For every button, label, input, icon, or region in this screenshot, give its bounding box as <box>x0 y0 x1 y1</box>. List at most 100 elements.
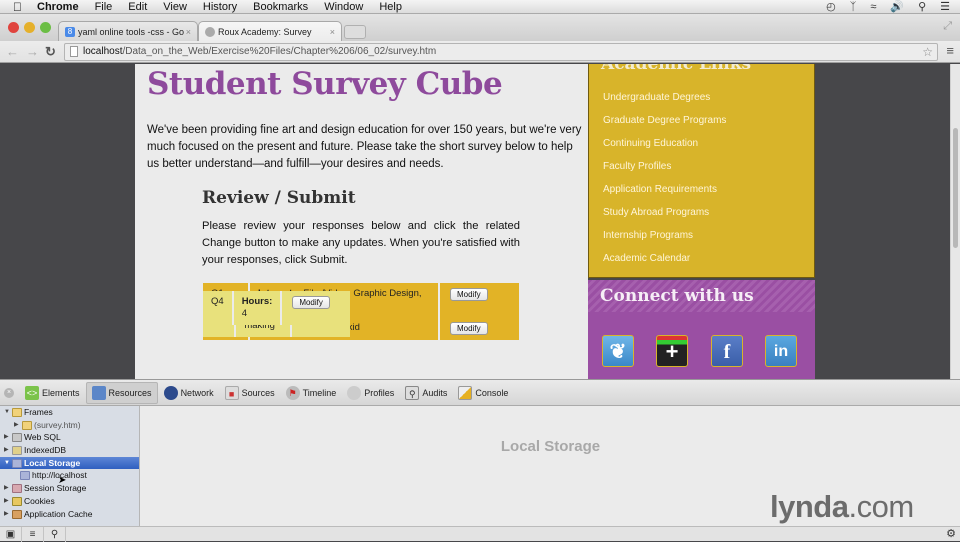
window-minimize-button[interactable] <box>24 22 35 33</box>
devtools-tab-audits[interactable]: ⚲ Audits <box>400 382 452 404</box>
tab-label: Sources <box>241 387 275 398</box>
expand-triangle-icon[interactable]: ▼ <box>4 406 10 419</box>
expand-triangle-icon[interactable]: ▶ <box>14 419 19 432</box>
expand-triangle-icon[interactable]: ▶ <box>4 495 9 508</box>
tab-title: Roux Academy: Survey <box>218 26 312 37</box>
devtools-tab-resources[interactable]: Resources <box>85 381 158 404</box>
tab-title: yaml online tools -css - Go <box>78 26 185 37</box>
tree-item-cookies[interactable]: ▶ Cookies <box>0 495 139 508</box>
action-cell: Modify <box>282 291 340 325</box>
devtools-tab-sources[interactable]: ■ Sources <box>220 382 280 404</box>
tree-item-local-storage[interactable]: ▼ Local Storage <box>0 456 139 470</box>
action-cell: Modify <box>440 317 519 340</box>
watermark-suffix: .com <box>848 489 914 524</box>
menu-view[interactable]: View <box>163 0 187 14</box>
tree-label: Frames <box>24 407 53 417</box>
modify-button[interactable]: Modify <box>450 322 488 335</box>
devtools-tab-network[interactable]: Network <box>159 382 219 404</box>
close-tab-icon[interactable]: × <box>330 27 335 37</box>
back-button[interactable]: ← <box>6 44 19 59</box>
storage-grid-icon <box>12 484 22 494</box>
chrome-menu-icon[interactable]: ≡ <box>946 43 954 58</box>
twitter-icon[interactable]: ❦ <box>602 335 634 367</box>
close-devtools-icon[interactable]: × <box>4 387 14 398</box>
link-continuing-education[interactable]: Continuing Education <box>603 137 726 160</box>
search-icon[interactable]: ⚲ <box>44 526 66 542</box>
devtools-tab-profiles[interactable]: Profiles <box>342 382 399 404</box>
link-internship-programs[interactable]: Internship Programs <box>603 229 726 252</box>
forward-button[interactable]: → <box>26 44 39 59</box>
menu-file[interactable]: File <box>95 0 113 14</box>
page-title: Student Survey Cube <box>147 66 503 102</box>
audits-icon: ⚲ <box>405 385 420 400</box>
link-study-abroad-programs[interactable]: Study Abroad Programs <box>603 206 726 229</box>
menu-status-area: ◴ ᛉ ≈ 🔊 ⚲ ☰ <box>826 0 950 14</box>
scrollbar-thumb[interactable] <box>953 128 958 248</box>
browser-tab-strip: 8 yaml online tools -css - Go × Roux Aca… <box>0 14 960 41</box>
dock-icon[interactable]: ▣ <box>0 526 22 542</box>
google-icon: 8 <box>65 26 75 37</box>
page-scrollbar[interactable] <box>950 64 960 379</box>
tree-item-indexeddb[interactable]: ▶ IndexedDB <box>0 444 139 457</box>
menu-edit[interactable]: Edit <box>128 0 147 14</box>
tree-item-survey-frame[interactable]: ▶ (survey.htm) <box>0 419 139 432</box>
url-path: /Data_on_the_Web/Exercise%20Files/Chapte… <box>122 46 437 57</box>
tab-roux-academy-survey[interactable]: Roux Academy: Survey × <box>198 21 342 41</box>
tree-item-frames[interactable]: ▼ Frames <box>0 406 139 419</box>
reload-button[interactable]: ↻ <box>45 44 56 60</box>
bookmark-star-icon[interactable]: ☆ <box>922 44 933 60</box>
link-academic-calendar[interactable]: Academic Calendar <box>603 252 726 275</box>
expand-triangle-icon[interactable]: ▼ <box>4 457 10 470</box>
devtools-tab-console[interactable]: Console <box>453 382 513 404</box>
expand-triangle-icon[interactable]: ▶ <box>4 482 9 495</box>
devtools-tab-elements[interactable]: <> Elements <box>20 382 85 404</box>
tree-item-application-cache[interactable]: ▶ Application Cache <box>0 508 139 521</box>
new-tab-button[interactable] <box>344 25 366 39</box>
link-faculty-profiles[interactable]: Faculty Profiles <box>603 160 726 183</box>
content-title: Local Storage <box>500 438 601 455</box>
fullscreen-icon[interactable]: ⤢ <box>943 20 952 33</box>
apple-icon[interactable]:  <box>13 1 27 13</box>
console-drawer-icon[interactable]: ≡ <box>22 526 44 542</box>
list-icon[interactable]: ☰ <box>940 0 950 14</box>
tree-item-web-sql[interactable]: ▶ Web SQL <box>0 431 139 444</box>
menu-window[interactable]: Window <box>324 0 363 14</box>
linkedin-icon[interactable]: in <box>765 335 797 367</box>
link-graduate-degree-programs[interactable]: Graduate Degree Programs <box>603 114 726 137</box>
academic-links-list: Undergraduate Degrees Graduate Degree Pr… <box>603 91 726 275</box>
tab-yaml-online-tools[interactable]: 8 yaml online tools -css - Go × <box>58 21 198 41</box>
address-bar[interactable]: localhost/Data_on_the_Web/Exercise%20Fil… <box>64 43 938 61</box>
wifi-icon[interactable]: ≈ <box>870 0 876 14</box>
expand-triangle-icon[interactable]: ▶ <box>4 431 9 444</box>
menu-app-chrome[interactable]: Chrome <box>37 0 79 14</box>
window-zoom-button[interactable] <box>40 22 51 33</box>
link-application-requirements[interactable]: Application Requirements <box>603 183 726 206</box>
tree-label: Application Cache <box>24 508 93 519</box>
answer-label: Hours: <box>241 296 273 307</box>
mouse-cursor-icon: ➤ <box>58 475 67 486</box>
facebook-icon[interactable]: f <box>711 335 743 367</box>
modify-button[interactable]: Modify <box>292 296 330 309</box>
volume-icon[interactable]: 🔊 <box>890 0 904 14</box>
page-icon <box>70 46 78 57</box>
menu-help[interactable]: Help <box>379 0 402 14</box>
folder-icon <box>12 408 22 417</box>
modify-button[interactable]: Modify <box>450 288 488 301</box>
devtools-tab-timeline[interactable]: ⚑ Timeline <box>281 382 342 404</box>
spotlight-icon[interactable]: ⚲ <box>918 0 926 14</box>
google-plus-icon[interactable]: + <box>656 335 688 367</box>
expand-triangle-icon[interactable]: ▶ <box>4 444 9 457</box>
connect-panel: Connect with us ❦ + f in <box>588 280 815 379</box>
time-machine-icon[interactable]: ◴ <box>826 0 836 14</box>
devtools-toolbar: × <> Elements Resources Network ■ Sources … <box>0 380 960 406</box>
link-undergraduate-degrees[interactable]: Undergraduate Degrees <box>603 91 726 114</box>
tree-item-session-storage[interactable]: ▶ Session Storage <box>0 482 139 495</box>
tree-item-localhost[interactable]: http://localhost <box>0 469 139 482</box>
window-close-button[interactable] <box>8 22 19 33</box>
close-tab-icon[interactable]: × <box>186 27 191 37</box>
menu-bookmarks[interactable]: Bookmarks <box>253 0 308 14</box>
menu-history[interactable]: History <box>203 0 237 14</box>
bluetooth-icon[interactable]: ᛉ <box>850 0 857 14</box>
expand-triangle-icon[interactable]: ▶ <box>4 508 9 521</box>
mac-menu-bar:  Chrome File Edit View History Bookmark… <box>0 0 960 14</box>
